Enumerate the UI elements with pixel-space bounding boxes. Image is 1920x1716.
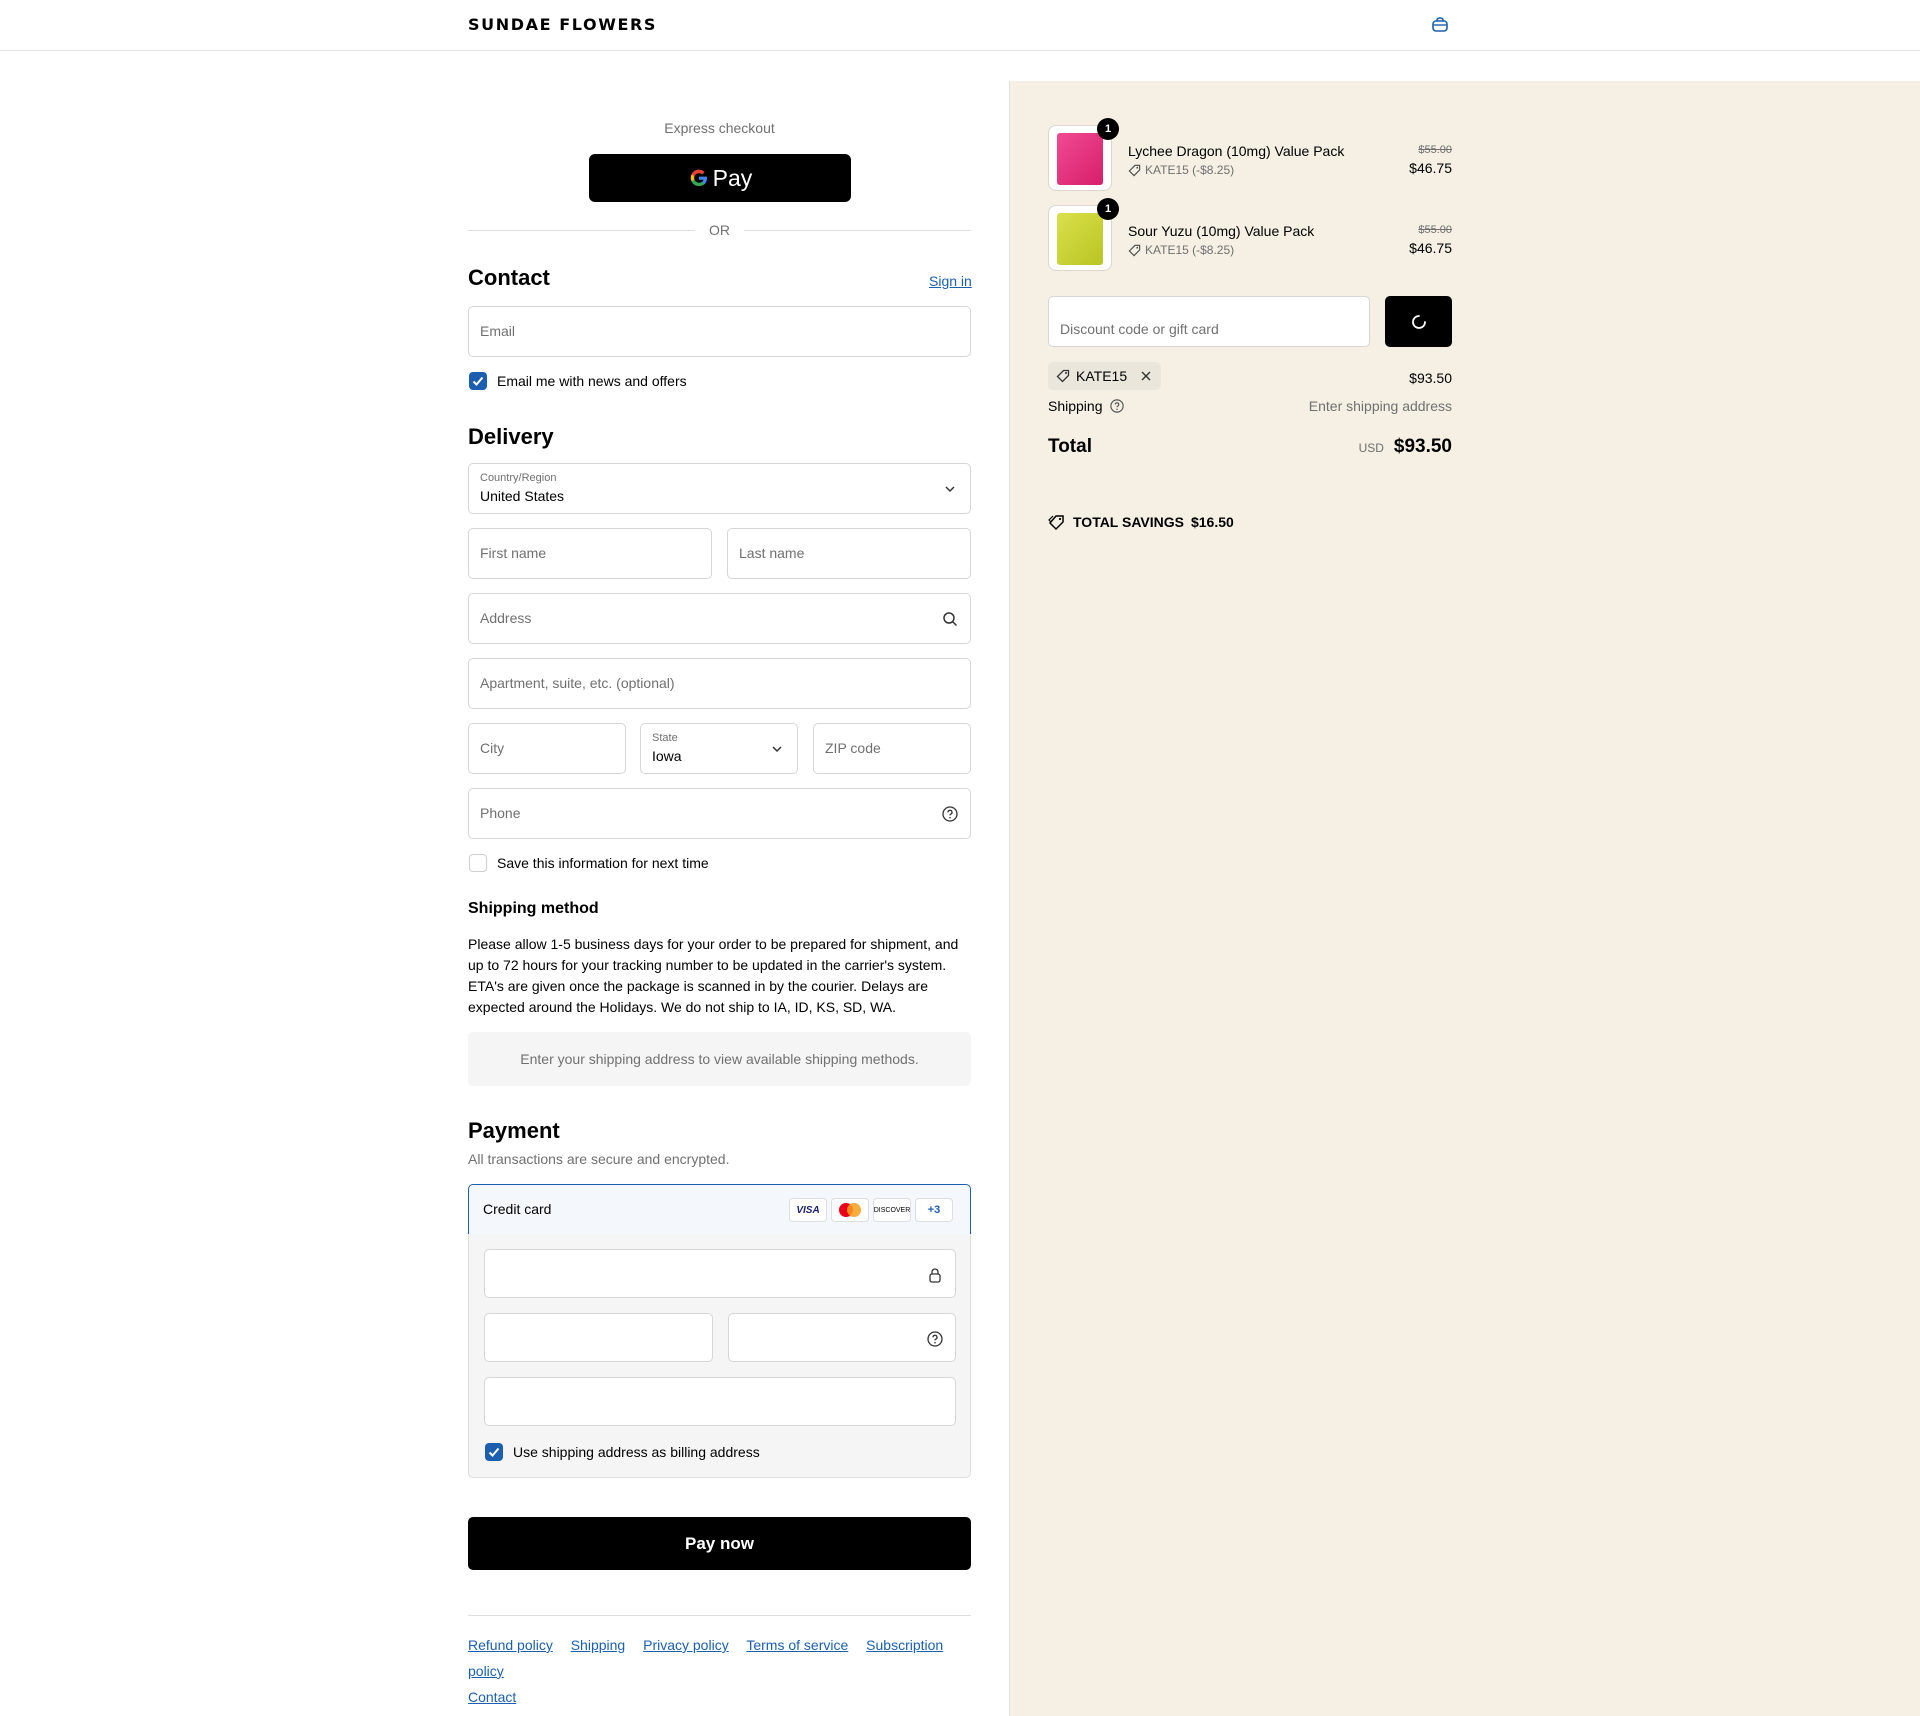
item-discount: KATE15 (-$8.25)	[1128, 243, 1234, 257]
google-g-icon	[690, 169, 707, 187]
brand-logo[interactable]: SUNDAE FLOWERS	[468, 15, 657, 34]
sign-in-link[interactable]: Sign in	[929, 273, 972, 289]
product-name: Sour Yuzu (10mg) Value Pack	[1128, 223, 1315, 239]
credit-card-label: Credit card	[483, 1201, 552, 1217]
help-circle-icon[interactable]	[927, 1331, 943, 1347]
terms-link[interactable]: Terms of service	[746, 1637, 848, 1653]
address-field[interactable]: Address	[468, 593, 971, 644]
tag-icon	[1128, 164, 1141, 176]
visa-icon: VISA	[789, 1198, 827, 1222]
refund-policy-link[interactable]: Refund policy	[468, 1637, 553, 1653]
save-info-label: Save this information for next time	[497, 855, 709, 871]
more-cards-badge: +3	[915, 1198, 953, 1222]
phone-field[interactable]: Phone	[468, 788, 971, 839]
line-item: 1 Sour Yuzu (10mg) Value Pack KATE15 (-$…	[1048, 198, 1452, 271]
payment-heading: Payment	[468, 1118, 560, 1143]
footer-links: Refund policy Shipping Privacy policy Te…	[468, 1632, 971, 1710]
country-select[interactable]: Country/Region United States	[468, 463, 971, 514]
city-field[interactable]: City	[468, 723, 626, 774]
total-value: $93.50	[1393, 436, 1452, 457]
line-item: 1 Lychee Dragon (10mg) Value Pack KATE15…	[1048, 118, 1452, 191]
card-number-field[interactable]	[484, 1249, 956, 1298]
privacy-policy-link[interactable]: Privacy policy	[643, 1637, 729, 1653]
last-name-field[interactable]: Last name	[727, 528, 971, 579]
loading-spinner-icon	[1411, 314, 1426, 329]
tag-icon	[1048, 515, 1064, 530]
total-savings: TOTAL SAVINGS $16.50	[1048, 514, 1234, 530]
name-on-card-field[interactable]	[484, 1377, 956, 1426]
security-code-field[interactable]	[728, 1313, 956, 1362]
google-pay-label: Pay	[712, 164, 753, 191]
savings-label: TOTAL SAVINGS	[1073, 514, 1184, 530]
discount-code-input[interactable]: Discount code or gift card	[1048, 296, 1370, 347]
delivery-heading: Delivery	[468, 424, 554, 449]
mastercard-icon	[831, 1198, 869, 1222]
shipping-row: Shipping Enter shipping address	[1048, 398, 1452, 418]
item-discount: KATE15 (-$8.25)	[1128, 163, 1234, 177]
state-select[interactable]: State Iowa	[640, 723, 798, 774]
payment-subtitle: All transactions are secure and encrypte…	[468, 1151, 730, 1167]
email-field[interactable]: Email	[468, 306, 971, 357]
original-price: $55.00	[1418, 224, 1452, 236]
quantity-badge: 1	[1097, 198, 1119, 220]
discounted-price: $46.75	[1409, 160, 1452, 176]
bag-icon[interactable]	[1430, 15, 1450, 35]
shipping-methods-placeholder: Enter your shipping address to view avai…	[468, 1032, 971, 1086]
google-pay-button[interactable]: Pay	[589, 154, 851, 202]
discover-icon: DISCOVER	[873, 1198, 911, 1222]
tag-icon	[1128, 244, 1141, 256]
save-info-checkbox[interactable]	[469, 854, 487, 872]
apartment-field[interactable]: Apartment, suite, etc. (optional)	[468, 658, 971, 709]
shipping-note: Please allow 1-5 business days for your …	[468, 936, 959, 1015]
shipping-value: Enter shipping address	[1308, 398, 1452, 414]
product-name: Lychee Dragon (10mg) Value Pack	[1128, 143, 1345, 159]
first-name-field[interactable]: First name	[468, 528, 712, 579]
contact-link[interactable]: Contact	[468, 1689, 516, 1705]
or-divider: OR	[468, 220, 971, 240]
credit-card-option[interactable]: Credit card VISA DISCOVER +3	[468, 1184, 971, 1235]
shipping-link[interactable]: Shipping	[571, 1637, 626, 1653]
currency-code: USD	[1358, 441, 1384, 455]
discounted-price: $46.75	[1409, 240, 1452, 256]
credit-card-form: Use shipping address as billing address	[468, 1234, 971, 1478]
help-circle-icon[interactable]	[1110, 399, 1125, 413]
help-circle-icon[interactable]	[942, 806, 958, 822]
subtotal-row: $93.50	[1048, 370, 1452, 390]
lock-icon	[929, 1268, 941, 1283]
shipping-label: Shipping	[1048, 398, 1103, 414]
newsletter-label: Email me with news and offers	[497, 373, 687, 389]
zip-field[interactable]: ZIP code	[813, 723, 971, 774]
pay-now-button[interactable]: Pay now	[468, 1517, 971, 1570]
chevron-down-icon	[945, 486, 955, 493]
total-row: Total USD $93.50	[1048, 436, 1452, 464]
newsletter-checkbox[interactable]	[469, 372, 487, 390]
subtotal-value: $93.50	[1409, 370, 1452, 386]
original-price: $55.00	[1418, 144, 1452, 156]
billing-same-label: Use shipping address as billing address	[513, 1444, 760, 1460]
savings-value: $16.50	[1190, 514, 1234, 530]
header: SUNDAE FLOWERS	[0, 0, 1920, 51]
shipping-method-heading: Shipping method	[468, 900, 599, 917]
total-label: Total	[1048, 436, 1092, 457]
footer-divider	[468, 1615, 971, 1616]
contact-heading: Contact	[468, 265, 550, 290]
quantity-badge: 1	[1097, 118, 1119, 140]
expiration-field[interactable]	[484, 1313, 713, 1362]
billing-same-checkbox[interactable]	[485, 1443, 503, 1461]
express-checkout-title: Express checkout	[664, 120, 775, 136]
chevron-down-icon	[772, 746, 782, 753]
apply-discount-button[interactable]	[1385, 296, 1452, 347]
search-icon	[943, 612, 958, 627]
